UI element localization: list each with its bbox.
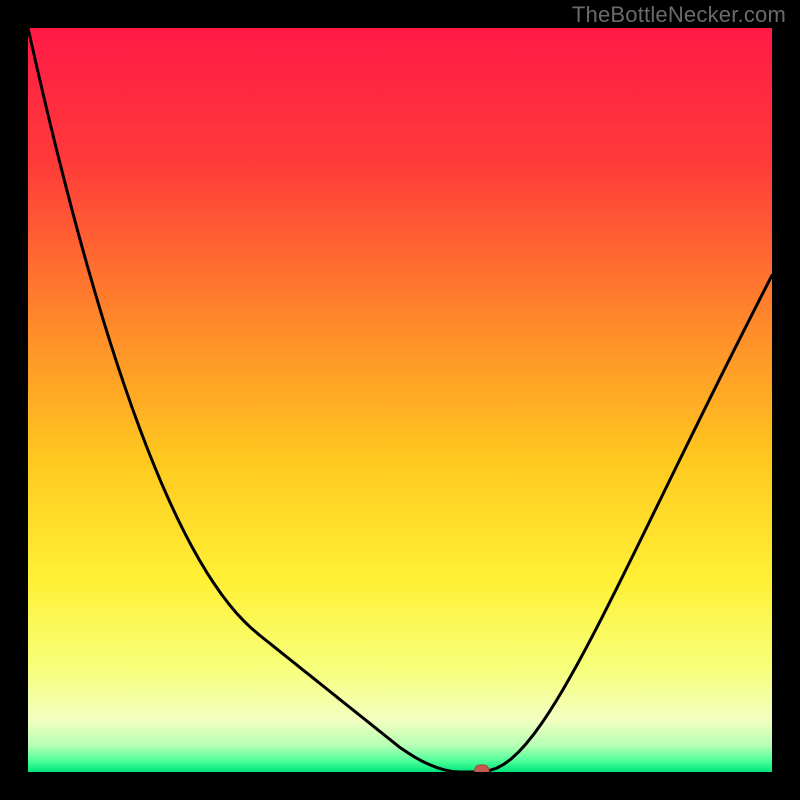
bottleneck-chart <box>28 28 772 772</box>
gradient-background <box>28 28 772 772</box>
optimal-point-marker <box>475 765 489 772</box>
plot-area <box>28 28 772 772</box>
chart-frame: TheBottleNecker.com <box>0 0 800 800</box>
watermark-text: TheBottleNecker.com <box>572 2 786 28</box>
